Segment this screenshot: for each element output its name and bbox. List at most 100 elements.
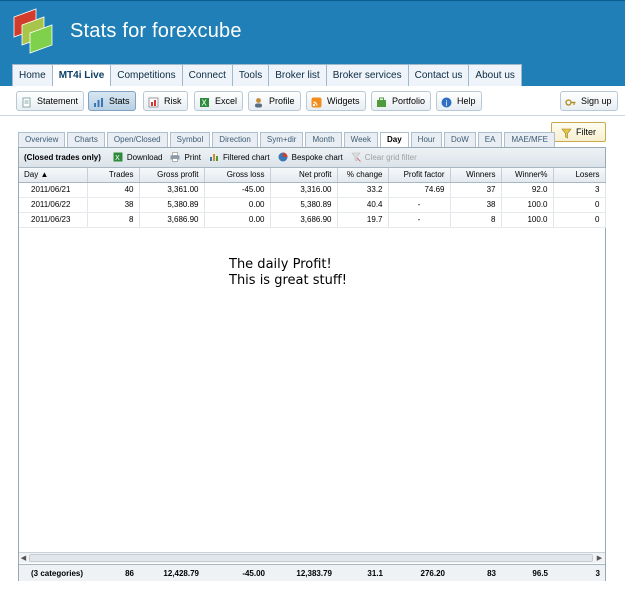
summary-cell: (3 categories) [31,568,84,578]
summary-cell: 3 [595,568,600,578]
summary-cell: 276.20 [420,568,445,578]
filtered-chart-button[interactable]: Filtered chart [209,152,270,163]
horizontal-scrollbar[interactable]: ◀ ▶ [19,552,605,563]
risk-button[interactable]: Risk [143,91,188,111]
help-button[interactable]: i Help [436,91,482,111]
column-header[interactable]: Net profit [270,168,338,183]
scrollbar-thumb[interactable] [29,554,593,562]
tab-open-closed[interactable]: Open/Closed [106,132,168,147]
column-header[interactable]: Trades [87,168,140,183]
grid-caption: (Closed trades only) [24,153,101,162]
column-header[interactable]: Winner% [501,168,554,183]
column-header[interactable]: % change [337,168,389,183]
stats-tab-bar: Overview Charts Open/Closed Symbol Direction… [18,132,557,147]
table-header-row: Day ▲ Trades Gross profit Gross loss Net pro… [19,168,606,183]
column-header[interactable]: Winners [450,168,502,183]
portfolio-icon [376,96,387,107]
annotation-line-2: This is great stuff! [229,273,347,288]
signup-label: Sign up [581,96,612,106]
tab-day[interactable]: Day [379,132,409,147]
table-cell: 19.7 [337,212,389,228]
tab-dow[interactable]: DoW [444,132,476,147]
help-label: Help [457,96,476,106]
column-header[interactable]: Gross profit [139,168,205,183]
printer-icon [170,152,181,163]
rss-icon [311,96,322,107]
statement-button[interactable]: Statement [16,91,85,111]
profile-label: Profile [269,96,295,106]
annotation-line-1: The daily Profit! [229,257,332,272]
table-cell: 5,380.89 [139,197,205,213]
column-header[interactable]: Gross loss [204,168,271,183]
help-icon: i [441,96,452,107]
app-title: Stats for forexcube [70,20,242,42]
summary-row: (3 categories) 86 12,428.79 -45.00 12,383.79… [19,564,605,581]
bespoke-chart-button[interactable]: Bespoke chart [278,152,343,163]
tab-ea[interactable]: EA [477,132,503,147]
table-cell: 100.0 [501,197,554,213]
tab-symbol[interactable]: Symbol [169,132,211,147]
chart-icon [209,152,220,163]
scroll-right-arrow-icon[interactable]: ▶ [595,554,604,563]
tab-hour[interactable]: Hour [410,132,443,147]
profile-button[interactable]: Profile [248,91,301,111]
risk-label: Risk [164,96,182,106]
tab-direction[interactable]: Direction [212,132,258,147]
table-cell: 2011/06/22 [19,197,88,213]
table-cell: 38 [450,197,502,213]
summary-cell: 83 [487,568,496,578]
table-row[interactable]: 2011/06/22 38 5,380.89 0.00 5,380.89 40.4-38 1… [19,197,606,213]
table-cell: 3,686.90 [139,212,205,228]
nav-item-connect[interactable]: Connect [181,64,233,86]
stats-button[interactable]: Stats [88,91,136,111]
tab-month[interactable]: Month [305,132,342,147]
table-row[interactable]: 2011/06/21 40 3,361.00 -45.00 3,316.00 33.2 74… [19,182,606,198]
nav-item-contact-us[interactable]: Contact us [407,64,470,86]
table-row[interactable]: 2011/06/23 8 3,686.90 0.00 3,686.90 19.7-8 100… [19,212,606,228]
tab-sym-dir[interactable]: Sym+dir [259,132,304,147]
svg-text:X: X [201,98,207,107]
table-cell: 74.69 [388,182,451,198]
tab-overview[interactable]: Overview [18,132,66,147]
tab-charts[interactable]: Charts [67,132,105,147]
clear-grid-filter-button[interactable]: Clear grid filter [351,152,417,163]
grid-toolbar: (Closed trades only) X Download Print Fi… [19,148,605,168]
nav-item-broker-services[interactable]: Broker services [325,64,409,86]
column-header[interactable]: Day ▲ [19,168,88,183]
summary-cell: 31.1 [367,568,383,578]
column-header[interactable]: Profit factor [388,168,451,183]
table-cell: 3,686.90 [270,212,338,228]
table-body: 2011/06/21 40 3,361.00 -45.00 3,316.00 33.2 74… [19,182,606,228]
table-cell: 40.4 [337,197,389,213]
portfolio-button[interactable]: Portfolio [371,91,432,111]
nav-item-home[interactable]: Home [12,64,53,86]
print-button[interactable]: Print [170,152,201,163]
svg-text:i: i [445,98,447,107]
widgets-button[interactable]: Widgets [306,91,366,111]
table-cell: 3,361.00 [139,182,205,198]
tab-week[interactable]: Week [343,132,378,147]
excel-icon: X [199,96,210,107]
excel-button[interactable]: X Excel [194,91,244,111]
summary-cell: 12,383.79 [296,568,332,578]
table-cell: - [388,212,451,228]
column-header[interactable]: Losers [553,168,606,183]
pie-chart-icon [278,152,289,163]
table-cell: 3,316.00 [270,182,338,198]
tab-mae-mfe[interactable]: MAE/MFE [504,132,555,147]
nav-item-competitions[interactable]: Competitions [110,64,183,86]
main-nav: Home MT4i Live Competitions Connect Tools Bro… [0,64,625,86]
table-cell: 33.2 [337,182,389,198]
nav-item-about-us[interactable]: About us [468,64,522,86]
scroll-left-arrow-icon[interactable]: ◀ [19,554,28,563]
nav-item-broker-list[interactable]: Broker list [268,64,327,86]
nav-item-tools[interactable]: Tools [231,64,270,86]
nav-item-mt4i-live[interactable]: MT4i Live [51,64,112,86]
print-label: Print [184,153,201,162]
table-cell: 8 [87,212,140,228]
signup-button[interactable]: Sign up [560,91,618,111]
download-button[interactable]: X Download [113,152,162,163]
app-header: Stats for forexcube [0,0,625,64]
filter-button[interactable]: Filter [551,122,606,142]
document-icon [21,96,32,107]
